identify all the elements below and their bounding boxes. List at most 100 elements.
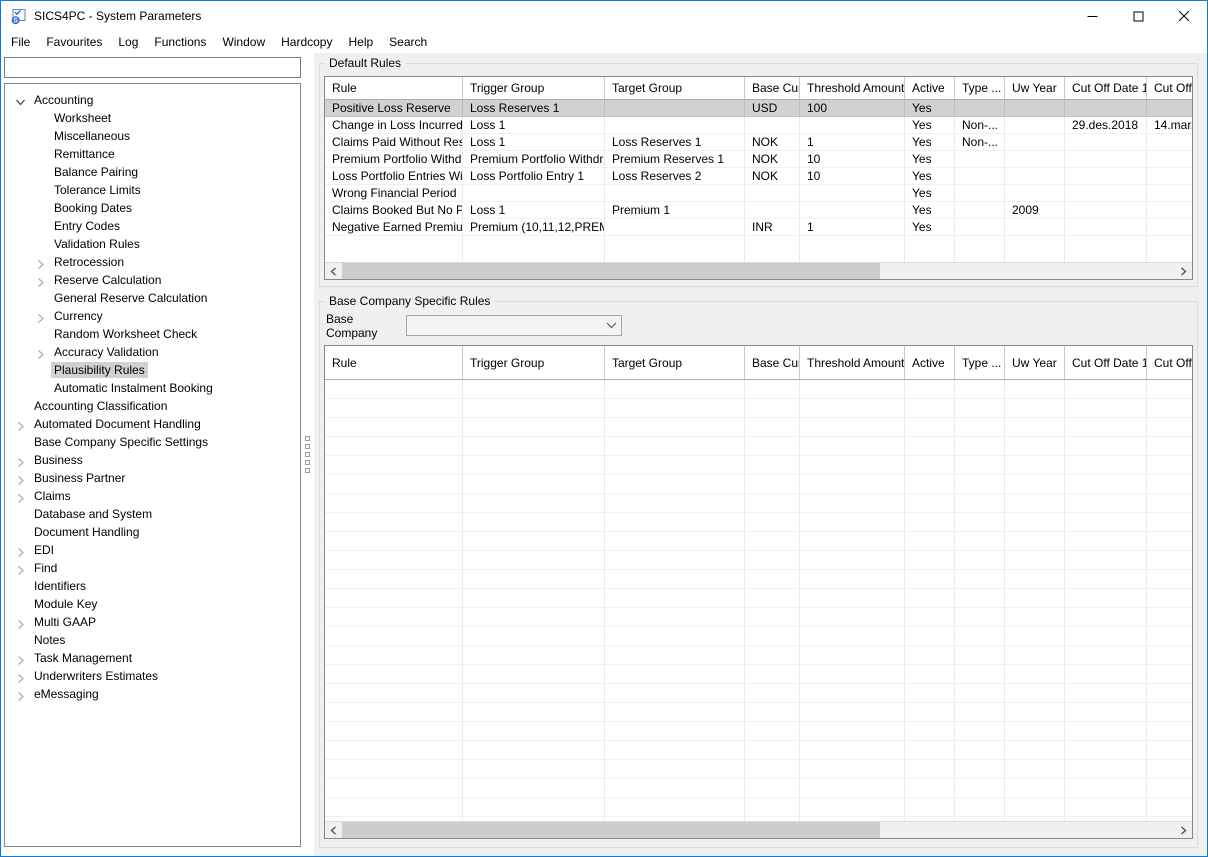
chevron-left-icon[interactable]: [325, 822, 342, 839]
chevron-right-icon[interactable]: [35, 275, 46, 286]
tree-item-miscellaneous[interactable]: Miscellaneous: [5, 127, 300, 145]
tree-item-remittance[interactable]: Remittance: [5, 145, 300, 163]
menu-item-log[interactable]: Log: [110, 33, 146, 51]
tree-item-accuracy-validation[interactable]: Accuracy Validation: [5, 343, 300, 361]
tree-item-task-management[interactable]: Task Management: [5, 649, 300, 667]
menu-item-hardcopy[interactable]: Hardcopy: [273, 33, 340, 51]
column-header-active[interactable]: Active: [905, 77, 955, 99]
tree-item-plausibility-rules[interactable]: Plausibility Rules: [5, 361, 300, 379]
table-row[interactable]: Claims Paid Without Res...Loss 1Loss Res…: [325, 134, 1192, 151]
column-header-target-group[interactable]: Target Group: [605, 77, 745, 99]
minimize-button[interactable]: [1069, 1, 1115, 31]
menu-item-window[interactable]: Window: [214, 33, 273, 51]
chevron-right-icon[interactable]: [35, 311, 46, 322]
chevron-right-icon[interactable]: [15, 653, 26, 664]
tree-item-multi-gaap[interactable]: Multi GAAP: [5, 613, 300, 631]
tree-item-business-partner[interactable]: Business Partner: [5, 469, 300, 487]
tree-item-automated-document-handling[interactable]: Automated Document Handling: [5, 415, 300, 433]
menu-item-help[interactable]: Help: [340, 33, 381, 51]
tree-item-underwriters-estimates[interactable]: Underwriters Estimates: [5, 667, 300, 685]
column-header-cut-off-da[interactable]: Cut Off Da: [1147, 346, 1193, 379]
tree-item-identifiers[interactable]: Identifiers: [5, 577, 300, 595]
chevron-right-icon[interactable]: [15, 419, 26, 430]
column-header-cut-off-da[interactable]: Cut Off Da: [1147, 77, 1193, 99]
tree-item-notes[interactable]: Notes: [5, 631, 300, 649]
tree-item-booking-dates[interactable]: Booking Dates: [5, 199, 300, 217]
tree-item-database-and-system[interactable]: Database and System: [5, 505, 300, 523]
tree-item-worksheet[interactable]: Worksheet: [5, 109, 300, 127]
close-button[interactable]: [1161, 1, 1207, 31]
table-row[interactable]: Positive Loss ReserveLoss Reserves 1USD1…: [325, 100, 1192, 117]
chevron-right-icon[interactable]: [15, 617, 26, 628]
tree-item-automatic-instalment-booking[interactable]: Automatic Instalment Booking: [5, 379, 300, 397]
chevron-right-icon[interactable]: [15, 689, 26, 700]
tree-item-currency[interactable]: Currency: [5, 307, 300, 325]
chevron-left-icon[interactable]: [325, 263, 342, 280]
tree-item-tolerance-limits[interactable]: Tolerance Limits: [5, 181, 300, 199]
column-header-target-group[interactable]: Target Group: [605, 346, 745, 379]
column-header-cut-off-date-1[interactable]: Cut Off Date 1: [1065, 346, 1147, 379]
tree-item-accounting[interactable]: Accounting: [5, 91, 300, 109]
table-row[interactable]: Loss Portfolio Entries Wit...Loss Portfo…: [325, 168, 1192, 185]
default-rules-hscrollbar[interactable]: [325, 262, 1192, 279]
tree-item-validation-rules[interactable]: Validation Rules: [5, 235, 300, 253]
tree-item-accounting-classification[interactable]: Accounting Classification: [5, 397, 300, 415]
column-header-trigger-group[interactable]: Trigger Group: [463, 346, 605, 379]
maximize-button[interactable]: [1115, 1, 1161, 31]
chevron-right-icon[interactable]: [35, 347, 46, 358]
chevron-right-icon[interactable]: [15, 563, 26, 574]
tree-item-edi[interactable]: EDI: [5, 541, 300, 559]
chevron-right-icon[interactable]: [15, 545, 26, 556]
chevron-right-icon[interactable]: [15, 473, 26, 484]
column-header-rule[interactable]: Rule: [325, 346, 463, 379]
chevron-right-icon[interactable]: [15, 455, 26, 466]
tree-item-reserve-calculation[interactable]: Reserve Calculation: [5, 271, 300, 289]
tree-item-retrocession[interactable]: Retrocession: [5, 253, 300, 271]
menu-item-favourites[interactable]: Favourites: [38, 33, 110, 51]
base-company-hscrollbar[interactable]: [325, 821, 1192, 838]
pane-splitter[interactable]: [301, 53, 314, 856]
chevron-right-icon[interactable]: [15, 671, 26, 682]
table-row[interactable]: Wrong Financial PeriodYes: [325, 185, 1192, 202]
menu-item-search[interactable]: Search: [381, 33, 435, 51]
scrollbar-thumb[interactable]: [342, 822, 880, 839]
base-company-select[interactable]: [406, 315, 622, 336]
column-header-threshold-amount[interactable]: Threshold Amount: [800, 77, 905, 99]
column-header-base-curr[interactable]: Base Curr: [745, 346, 800, 379]
chevron-right-icon[interactable]: [15, 491, 26, 502]
scrollbar-thumb[interactable]: [342, 263, 880, 280]
table-row[interactable]: Claims Booked But No P...Loss 1Premium 1…: [325, 202, 1192, 219]
chevron-right-icon[interactable]: [1175, 263, 1192, 280]
tree-item-entry-codes[interactable]: Entry Codes: [5, 217, 300, 235]
column-header-type[interactable]: Type ...: [955, 346, 1005, 379]
column-header-active[interactable]: Active: [905, 346, 955, 379]
tree-item-random-worksheet-check[interactable]: Random Worksheet Check: [5, 325, 300, 343]
table-row[interactable]: Change in Loss IncurredLoss 1YesNon-...2…: [325, 117, 1192, 134]
column-header-trigger-group[interactable]: Trigger Group: [463, 77, 605, 99]
tree-item-business[interactable]: Business: [5, 451, 300, 469]
column-header-uw-year[interactable]: Uw Year: [1005, 346, 1065, 379]
column-header-uw-year[interactable]: Uw Year: [1005, 77, 1065, 99]
column-header-threshold-amount[interactable]: Threshold Amount: [800, 346, 905, 379]
tree-item-general-reserve-calculation[interactable]: General Reserve Calculation: [5, 289, 300, 307]
tree-item-document-handling[interactable]: Document Handling: [5, 523, 300, 541]
search-input[interactable]: [4, 57, 301, 78]
chevron-right-icon[interactable]: [1175, 822, 1192, 839]
tree-item-balance-pairing[interactable]: Balance Pairing: [5, 163, 300, 181]
chevron-down-icon[interactable]: [15, 95, 26, 106]
table-row[interactable]: Negative Earned PremiumPremium (10,11,12…: [325, 219, 1192, 236]
tree-item-module-key[interactable]: Module Key: [5, 595, 300, 613]
column-header-base-curr[interactable]: Base Curr: [745, 77, 800, 99]
table-row[interactable]: Premium Portfolio Withdr...Premium Portf…: [325, 151, 1192, 168]
menu-item-functions[interactable]: Functions: [146, 33, 214, 51]
menu-item-file[interactable]: File: [3, 33, 38, 51]
column-header-type[interactable]: Type ...: [955, 77, 1005, 99]
app-window: S SICS4PC - System Parameters FileFavour…: [0, 0, 1208, 857]
column-header-cut-off-date-1[interactable]: Cut Off Date 1: [1065, 77, 1147, 99]
tree-item-emessaging[interactable]: eMessaging: [5, 685, 300, 703]
tree-item-find[interactable]: Find: [5, 559, 300, 577]
column-header-rule[interactable]: Rule: [325, 77, 463, 99]
tree-item-claims[interactable]: Claims: [5, 487, 300, 505]
tree-item-base-company-specific-settings[interactable]: Base Company Specific Settings: [5, 433, 300, 451]
chevron-right-icon[interactable]: [35, 257, 46, 268]
